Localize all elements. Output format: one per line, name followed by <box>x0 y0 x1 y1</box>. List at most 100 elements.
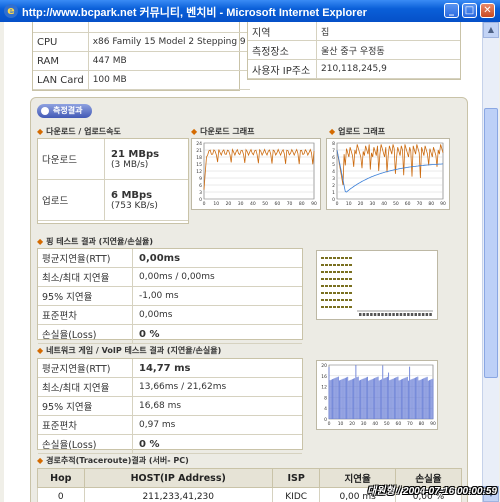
x-tick-label: 10 <box>338 421 344 427</box>
speed-row-download: 다운로드 21 MBps (3 MB/s) <box>38 139 188 180</box>
ping-grid-dot <box>345 264 348 266</box>
speed-key: 다운로드 <box>38 139 105 180</box>
voip-row: 95% 지연율 16,68 ms <box>38 396 302 416</box>
ping-x-tick <box>392 313 395 316</box>
y-tick-label: 9 <box>199 176 202 182</box>
ping-key: 손실율(Loss) <box>38 324 133 344</box>
ping-grid-dot <box>337 271 340 273</box>
ping-grid-dot <box>321 306 324 308</box>
x-tick-label: 30 <box>238 201 244 207</box>
traceroute-cell: 211,233,41,230 <box>83 487 273 502</box>
ping-x-tick <box>403 313 406 316</box>
x-tick-label: 40 <box>381 201 387 207</box>
ping-grid-dot <box>329 285 332 287</box>
ping-row: 95% 지연율 -1,00 ms <box>38 286 302 306</box>
ping-grid-dot <box>349 278 352 280</box>
ping-heading: ◆ 핑 테스트 결과 (지연율/손실율) <box>37 237 154 246</box>
download-graph-heading: ◆ 다운로드 그래프 <box>191 127 255 136</box>
voip-key: 95% 지연율 <box>38 396 133 416</box>
x-tick-label: 70 <box>407 421 413 427</box>
x-tick-label: 10 <box>346 201 352 207</box>
ping-x-tick <box>384 313 388 316</box>
ping-x-tick <box>407 313 410 316</box>
x-tick-label: 50 <box>262 201 268 207</box>
ping-key: 평균지연율(RTT) <box>38 249 133 268</box>
x-tick-label: 20 <box>349 421 355 427</box>
maximize-button[interactable]: □ <box>462 3 477 18</box>
x-tick-label: 90 <box>440 201 446 207</box>
ping-value: 0,00ms <box>132 249 302 268</box>
traceroute-column-header: Hop <box>37 468 85 488</box>
system-key: CPU <box>33 32 89 52</box>
system-info-left: CPU x86 Family 15 Model 2 Stepping 9 RAM 4… <box>32 22 250 91</box>
ping-grid-dot <box>337 292 340 294</box>
ping-grid-dot <box>325 299 328 301</box>
system-value: 집 <box>316 22 460 41</box>
traceroute-heading: ◆ 경로추적(Traceroute)결과 (서버- PC) <box>37 456 189 465</box>
scroll-up-icon[interactable]: ▲ <box>483 22 499 38</box>
y-tick-label: 20 <box>321 363 327 369</box>
ping-x-tick <box>366 313 369 316</box>
close-button[interactable]: ✕ <box>480 3 495 18</box>
ping-x-tick <box>396 313 399 316</box>
ping-x-tick <box>414 313 417 316</box>
ping-x-tick <box>362 313 366 316</box>
x-tick-label: 60 <box>274 201 280 207</box>
ping-grid-dot <box>337 264 340 266</box>
watermark: 대원형 / 2004-07-16 00:00:59 <box>367 486 497 497</box>
ping-grid-dot <box>337 257 340 259</box>
x-tick-label: 70 <box>417 201 423 207</box>
y-tick-label: 1 <box>332 190 335 196</box>
y-tick-label: 8 <box>324 395 327 401</box>
system-key: 측정장소 <box>248 40 317 60</box>
voip-value: 16,68 ms <box>132 396 302 416</box>
speed-sub-value: (753 KB/s) <box>111 200 158 211</box>
speed-key: 업로드 <box>38 179 105 221</box>
x-tick-label: 80 <box>299 201 305 207</box>
ping-value: 0,00ms <box>132 305 302 325</box>
voip-heading: ◆ 네트워크 게임 / VoIP 테스트 결과 (지연율/손실율) <box>37 346 222 355</box>
x-tick-label: 30 <box>361 421 367 427</box>
minimize-button[interactable]: _ <box>444 3 459 18</box>
ping-x-tick <box>381 313 384 316</box>
ping-grid-dot <box>333 271 336 273</box>
ping-x-tick <box>388 313 392 316</box>
ping-grid-dot <box>329 278 332 280</box>
ping-grid-dot <box>341 306 344 308</box>
ping-grid-dot <box>325 264 328 266</box>
y-tick-label: 7 <box>332 148 335 154</box>
voip-graph: 2016128400 10 20 30 40 50 60 70 80 90 <box>316 360 438 430</box>
ping-grid-dot <box>325 271 328 273</box>
ping-grid-dot <box>329 264 332 266</box>
ping-grid-dot <box>321 271 324 273</box>
x-tick-label: 10 <box>213 201 219 207</box>
ping-x-tick <box>359 313 362 316</box>
ping-grid-dot <box>321 292 324 294</box>
ping-grid-dot <box>345 299 348 301</box>
speed-row-upload: 업로드 6 MBps (753 KB/s) <box>38 179 188 221</box>
ping-grid-dot <box>321 299 324 301</box>
scroll-thumb[interactable] <box>484 108 498 378</box>
ping-grid-dot <box>333 292 336 294</box>
ping-grid-dot <box>337 299 340 301</box>
ping-grid-dot <box>349 299 352 301</box>
y-tick-label: 18 <box>196 155 202 161</box>
ping-grid-dot <box>329 257 332 259</box>
system-row-ip: 사용자 IP주소 210,118,245,9 <box>248 59 460 79</box>
ping-grid-dot <box>349 264 352 266</box>
speed-heading: ◆ 다운로드 / 업로드속도 <box>37 127 121 136</box>
system-row-cpu: CPU x86 Family 15 Model 2 Stepping 9 <box>33 32 250 52</box>
results-pill: 측정결과 <box>37 104 93 118</box>
system-row-location: 측정장소 울산 중구 우정동 <box>248 40 460 60</box>
vertical-scrollbar[interactable]: ▲ ▼ <box>482 22 499 502</box>
ping-grid-dot <box>345 285 348 287</box>
y-tick-label: 6 <box>199 183 202 189</box>
voip-key: 최소/최대 지연율 <box>38 377 133 397</box>
voip-value: 14,77 ms <box>132 359 302 378</box>
system-key: 지역 <box>248 22 317 41</box>
ping-row: 평균지연율(RTT) 0,00ms <box>38 249 302 268</box>
system-value: x86 Family 15 Model 2 Stepping 9 <box>87 32 250 52</box>
ping-row: 표준편차 0,00ms <box>38 305 302 325</box>
voip-value: 0 % <box>132 434 302 454</box>
x-tick-label: 0 <box>328 421 331 427</box>
